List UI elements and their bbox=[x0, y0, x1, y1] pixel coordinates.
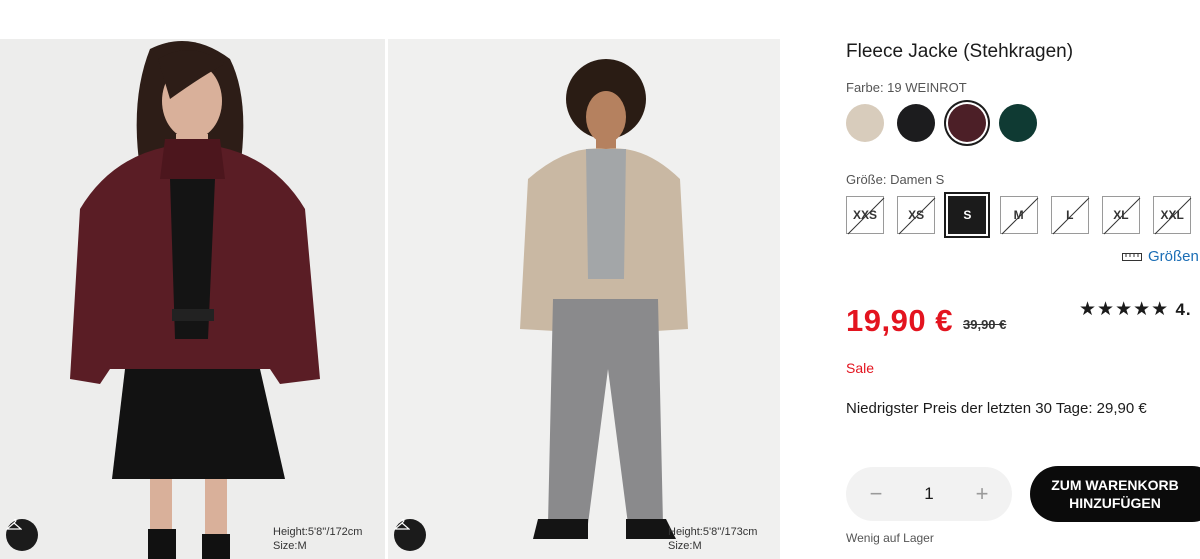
size-option-xs[interactable]: XS bbox=[897, 196, 936, 235]
hanger-icon[interactable] bbox=[6, 519, 38, 551]
model-height: Height:5'8''/173cm bbox=[668, 526, 758, 538]
size-option-xl[interactable]: XL bbox=[1101, 196, 1141, 235]
rating[interactable]: ★★★★★ 4. bbox=[1079, 298, 1192, 321]
product-photo-2[interactable]: Height:5'8''/173cm Size:M bbox=[388, 39, 780, 559]
star-icons: ★★★★★ bbox=[1079, 299, 1170, 320]
product-title: Fleece Jacke (Stehkragen) bbox=[846, 41, 1074, 62]
color-label: Farbe: 19 WEINROT bbox=[846, 80, 967, 95]
rating-value: 4. bbox=[1175, 300, 1192, 319]
add-to-cart-button[interactable]: ZUM WARENKORB HINZUFÜGEN bbox=[1030, 466, 1200, 522]
color-swatch-beige[interactable] bbox=[846, 104, 884, 142]
ruler-icon bbox=[1122, 252, 1142, 261]
color-swatch-weinrot[interactable] bbox=[948, 104, 986, 142]
model-illustration-2 bbox=[388, 39, 780, 559]
model-size: Size:M bbox=[668, 540, 702, 552]
product-gallery: Height:5'8''/172cm Size:M Height:5'8''/1… bbox=[0, 39, 780, 559]
model-height: Height:5'8''/172cm bbox=[273, 526, 363, 538]
size-selector: XXS XS S M L XL XXL bbox=[846, 196, 1200, 235]
color-swatch-green[interactable] bbox=[999, 104, 1037, 142]
size-option-l[interactable]: L bbox=[1050, 196, 1090, 235]
lowest-price-note: Niedrigster Preis der letzten 30 Tage: 2… bbox=[846, 400, 1147, 417]
original-price: 39,90 € bbox=[963, 317, 1007, 332]
model-info-2: Height:5'8''/173cm Size:M bbox=[668, 525, 757, 553]
size-label: Größe: Damen S bbox=[846, 172, 945, 187]
quantity-value[interactable]: 1 bbox=[924, 484, 933, 504]
color-swatch-black[interactable] bbox=[897, 104, 935, 142]
size-guide-link[interactable]: Größen bbox=[1122, 248, 1199, 265]
size-option-m[interactable]: M bbox=[999, 196, 1038, 235]
model-size: Size:M bbox=[273, 540, 307, 552]
size-guide-label: Größen bbox=[1148, 248, 1199, 265]
size-option-label: S bbox=[963, 208, 972, 222]
hanger-icon[interactable] bbox=[394, 519, 426, 551]
sale-badge: Sale bbox=[846, 360, 875, 376]
size-option-s[interactable]: S bbox=[948, 196, 987, 234]
size-option-xxs[interactable]: XXS bbox=[846, 196, 885, 235]
increment-button[interactable]: + bbox=[972, 481, 992, 507]
product-photo-1[interactable]: Height:5'8''/172cm Size:M bbox=[0, 39, 385, 559]
size-option-xxl[interactable]: XXL bbox=[1153, 196, 1192, 235]
sale-price: 19,90 € bbox=[846, 303, 953, 338]
quantity-stepper: − 1 + bbox=[846, 467, 1012, 521]
model-info-1: Height:5'8''/172cm Size:M bbox=[273, 525, 362, 553]
add-to-cart-line2: HINZUFÜGEN bbox=[1069, 495, 1161, 511]
stock-status: Wenig auf Lager bbox=[846, 531, 934, 545]
color-swatches bbox=[846, 104, 1050, 142]
product-info-panel: Fleece Jacke (Stehkragen) Farbe: 19 WEIN… bbox=[846, 0, 1200, 559]
add-to-cart-line1: ZUM WARENKORB bbox=[1051, 477, 1179, 493]
decrement-button[interactable]: − bbox=[866, 481, 886, 507]
model-illustration-1 bbox=[0, 39, 385, 559]
